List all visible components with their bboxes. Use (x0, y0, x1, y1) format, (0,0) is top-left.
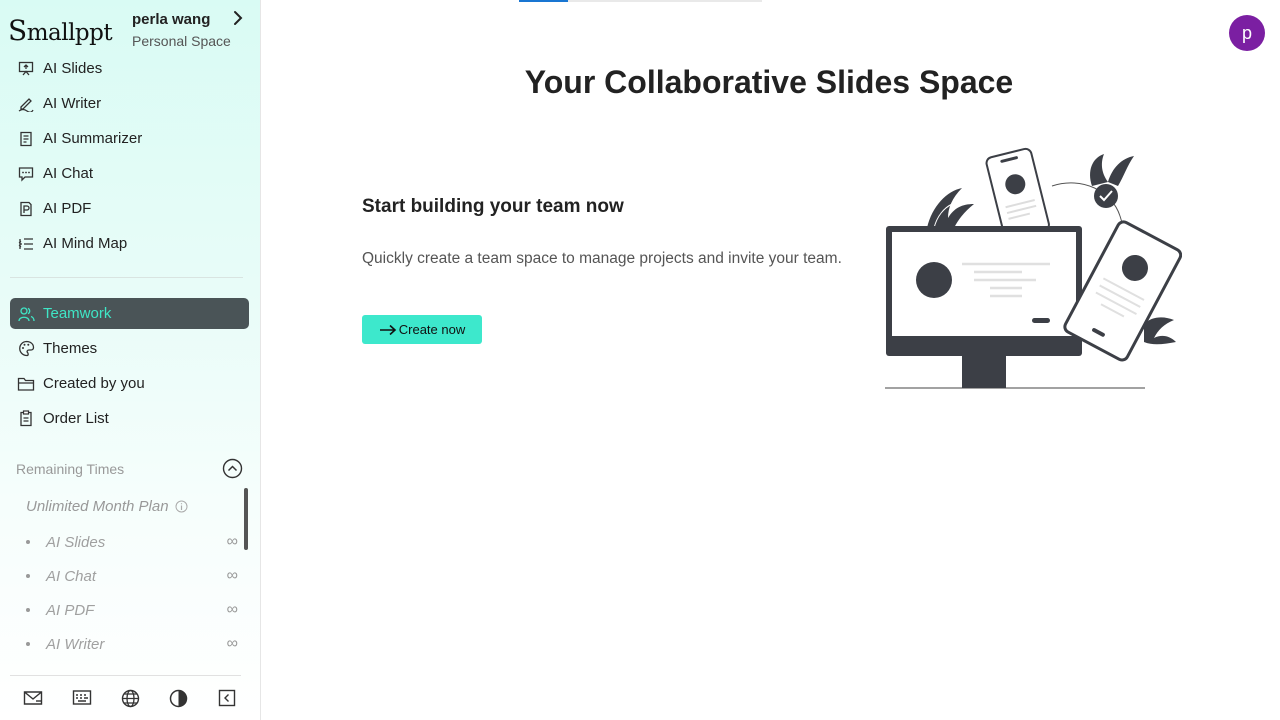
nav-label: Order List (43, 410, 109, 427)
plan-row: AI Chat ∞ (26, 566, 238, 586)
team-icon (16, 304, 36, 324)
chevron-right-icon[interactable] (229, 9, 247, 27)
nav-label: Themes (43, 340, 98, 357)
footer-toolbar (22, 687, 238, 709)
nav-item-order-list[interactable]: Order List (10, 403, 249, 434)
nav-item-ai-summarizer[interactable]: AI Summarizer (10, 123, 249, 154)
main-content: p Your Collaborative Slides Space Start … (262, 0, 1280, 720)
plan-row-value: ∞ (226, 567, 238, 584)
plan-row: AI Slides ∞ (26, 532, 238, 552)
logo[interactable]: Smallppt (8, 14, 113, 47)
mail-icon[interactable] (22, 687, 44, 709)
plan-name: Unlimited Month Plan (26, 498, 188, 515)
mindmap-icon (16, 234, 36, 254)
remaining-times-title: Remaining Times (16, 461, 125, 477)
collapse-sidebar-icon[interactable] (216, 687, 238, 709)
nav-label: AI Mind Map (43, 235, 128, 252)
presentation-icon (16, 59, 36, 79)
clipboard-icon (16, 409, 36, 429)
scrollbar-thumb[interactable] (244, 488, 248, 550)
nav-item-created-by-you[interactable]: Created by you (10, 368, 249, 399)
plan-row-label: AI Writer (46, 635, 105, 651)
avatar[interactable]: p (1229, 15, 1265, 51)
info-icon[interactable] (175, 500, 188, 513)
plan-row: AI Writer ∞ (26, 634, 238, 650)
plan-name-text: Unlimited Month Plan (26, 498, 169, 515)
create-button-label: Create now (398, 322, 466, 337)
nav-item-themes[interactable]: Themes (10, 333, 249, 364)
user-info[interactable]: perla wang Personal Space (132, 11, 231, 49)
chat-icon (16, 164, 36, 184)
plan-row-label: AI Chat (46, 567, 97, 585)
nav-item-teamwork[interactable]: Teamwork (10, 298, 249, 329)
page-title: Your Collaborative Slides Space (524, 64, 1014, 100)
plan-row: AI PDF ∞ (26, 600, 238, 620)
nav-item-ai-pdf[interactable]: AI PDF (10, 193, 249, 224)
create-team-button[interactable]: Create now (362, 315, 482, 344)
nav-label: AI Chat (43, 165, 94, 182)
bullet (26, 540, 30, 544)
document-icon (16, 129, 36, 149)
contrast-icon[interactable] (168, 687, 190, 709)
pdf-icon (16, 199, 36, 219)
sidebar-divider (10, 277, 243, 278)
bullet (26, 608, 30, 612)
nav-label: AI Slides (43, 60, 103, 77)
section-description: Quickly create a team space to manage pr… (362, 250, 842, 267)
nav-label: AI PDF (43, 200, 92, 217)
nav-label: AI Summarizer (43, 130, 143, 147)
nav-label: AI Writer (43, 95, 102, 112)
nav-item-ai-slides[interactable]: AI Slides (10, 53, 249, 84)
plan-list: Unlimited Month Plan AI Slides ∞ AI Chat… (16, 488, 246, 650)
nav-label: Created by you (43, 375, 145, 392)
plan-row-label: AI Slides (46, 533, 106, 551)
plan-row-value: ∞ (226, 635, 238, 650)
nav-item-ai-mind-map[interactable]: AI Mind Map (10, 228, 249, 259)
top-tab-indicator (519, 0, 568, 2)
bullet (26, 574, 30, 578)
plan-row-label: AI PDF (46, 601, 95, 619)
plan-row-value: ∞ (226, 533, 238, 550)
workspace-nav: Teamwork Themes Created by you Order Lis… (10, 298, 249, 438)
tools-nav: AI Slides AI Writer AI Summarizer AI Cha… (10, 53, 249, 263)
section-heading: Start building your team now (362, 196, 624, 217)
nav-item-ai-chat[interactable]: AI Chat (10, 158, 249, 189)
user-name: perla wang (132, 11, 211, 28)
plan-row-value: ∞ (226, 601, 238, 618)
team-illustration (885, 147, 1182, 389)
user-space: Personal Space (132, 33, 231, 49)
nav-item-ai-writer[interactable]: AI Writer (10, 88, 249, 119)
chevron-up-circle-icon[interactable] (222, 458, 243, 479)
folder-icon (16, 374, 36, 394)
nav-label: Teamwork (43, 305, 112, 322)
pen-icon (16, 94, 36, 114)
footer-divider (10, 675, 241, 676)
keyboard-icon[interactable] (71, 687, 93, 709)
bullet (26, 642, 30, 646)
arrow-right-icon (379, 324, 397, 336)
sidebar: Smallppt perla wang Personal Space AI Sl… (0, 0, 261, 720)
globe-icon[interactable] (119, 687, 141, 709)
palette-icon (16, 339, 36, 359)
